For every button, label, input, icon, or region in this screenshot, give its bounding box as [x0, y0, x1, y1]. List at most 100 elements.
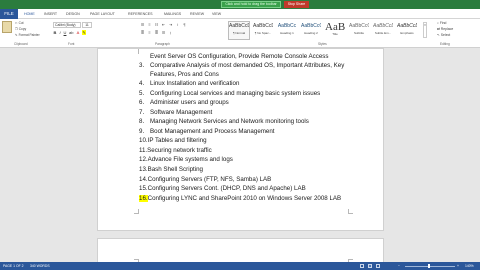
- list-item: 5. Configuring Local services and managin…: [139, 90, 320, 98]
- align-center-icon[interactable]: ≡: [147, 30, 152, 35]
- zoom-slider[interactable]: [405, 265, 455, 267]
- tab-design[interactable]: DESIGN: [66, 9, 80, 19]
- paragraph-group-label: Paragraph: [155, 42, 170, 46]
- style-name: ¶ No Spac...: [254, 31, 272, 35]
- strikethrough-button[interactable]: ab: [69, 30, 73, 35]
- tab-references[interactable]: REFERENCES: [128, 9, 153, 19]
- multilevel-list-icon[interactable]: ☷: [154, 22, 159, 27]
- print-layout-icon[interactable]: [368, 264, 372, 268]
- style-name: Subtle Em...: [374, 31, 392, 35]
- stop-share-button[interactable]: Stop Share: [284, 1, 309, 8]
- sort-icon[interactable]: ↕: [175, 22, 180, 27]
- style-emphasis[interactable]: AaBbCcDc Emphasis: [396, 21, 418, 40]
- list-number: 4.: [139, 80, 145, 87]
- increase-indent-icon[interactable]: ⇥: [168, 22, 173, 27]
- zoom-level[interactable]: 140%: [465, 262, 474, 270]
- style-normal[interactable]: AaBbCcDc ¶ Normal: [228, 21, 250, 40]
- align-right-icon[interactable]: ≣: [154, 30, 159, 35]
- list-number: 10.: [139, 137, 148, 144]
- replace-label: Replace: [440, 27, 454, 31]
- font-size-dropdown[interactable]: 11: [82, 22, 92, 28]
- word-count[interactable]: 340 WORDS: [30, 262, 50, 270]
- margin-corner: [134, 49, 139, 54]
- status-bar: PAGE 1 OF 2 340 WORDS − + 140%: [0, 262, 480, 270]
- tab-page-layout[interactable]: PAGE LAYOUT: [90, 9, 115, 19]
- list-number: 14.: [139, 176, 148, 183]
- tab-mailings[interactable]: MAILINGS: [164, 9, 181, 19]
- list-item: 6. Administer users and groups: [139, 99, 229, 107]
- cut-label: Cut: [18, 21, 24, 25]
- zoom-slider-thumb[interactable]: [428, 264, 430, 268]
- copy-button[interactable]: ❐ Copy: [15, 27, 26, 32]
- tab-view[interactable]: VIEW: [212, 9, 221, 19]
- find-button[interactable]: ⌕ Find: [437, 21, 446, 26]
- title-bar: Click and hold to drag the toolbar Stop …: [0, 0, 480, 9]
- style-title[interactable]: AaB Title: [324, 21, 346, 40]
- cut-button[interactable]: ✂ Cut: [15, 21, 24, 26]
- align-left-icon[interactable]: ≣: [140, 30, 145, 35]
- style-sample: AaBbCcDc: [229, 23, 249, 29]
- tab-file[interactable]: FILE: [0, 9, 18, 19]
- find-label: Find: [439, 21, 447, 25]
- zoom-out-icon[interactable]: −: [398, 262, 400, 270]
- page-count[interactable]: PAGE 1 OF 2: [3, 262, 23, 270]
- tab-insert[interactable]: INSERT: [44, 9, 57, 19]
- tab-review[interactable]: REVIEW: [190, 9, 204, 19]
- margin-corner: [348, 209, 353, 214]
- list-number: 15.: [139, 185, 148, 192]
- style-sample: AaBbCcC: [301, 23, 321, 29]
- ribbon: ✂ Cut ❐ Copy ✎ Format Painter Clipboard …: [0, 19, 480, 48]
- styles-group-label: Styles: [318, 42, 327, 46]
- list-text: Configuring Servers Cont. (DHCP, DNS and…: [147, 185, 306, 192]
- style-no-spacing[interactable]: AaBbCcDc ¶ No Spac...: [252, 21, 274, 40]
- style-sample: AaBbCcDc: [253, 23, 273, 29]
- select-button[interactable]: ↖ Select: [437, 33, 450, 38]
- numbering-icon[interactable]: ≡: [147, 22, 152, 27]
- ribbon-tabs: FILE HOME INSERT DESIGN PAGE LAYOUT REFE…: [0, 9, 480, 19]
- list-text: Linux Installation and verification: [150, 80, 240, 87]
- zoom-in-icon[interactable]: +: [457, 262, 459, 270]
- web-layout-icon[interactable]: [376, 264, 380, 268]
- underline-button[interactable]: U: [63, 30, 67, 35]
- italic-button[interactable]: I: [58, 30, 62, 35]
- tab-home[interactable]: HOME: [24, 9, 35, 19]
- format-painter-button[interactable]: ✎ Format Painter: [15, 33, 40, 38]
- document-area[interactable]: Event Server OS Configuration, Provide R…: [0, 48, 480, 268]
- replace-button[interactable]: ⇄ Replace: [437, 27, 453, 32]
- select-label: Select: [440, 33, 451, 37]
- show-marks-icon[interactable]: ¶: [182, 22, 187, 27]
- font-group-label: Font: [68, 42, 75, 46]
- style-subtle-emphasis[interactable]: AaBbCcDc Subtle Em...: [372, 21, 394, 40]
- list-text: Configuring LYNC and SharePoint 2010 on …: [147, 195, 342, 202]
- list-number: 13.: [139, 166, 148, 173]
- line-spacing-icon[interactable]: ↨: [168, 30, 173, 35]
- style-heading-2[interactable]: AaBbCcC Heading 2: [300, 21, 322, 40]
- font-name-dropdown[interactable]: Calibri (Body): [53, 22, 81, 28]
- list-item: 10.IP Tables and filtering: [139, 137, 207, 145]
- bold-button[interactable]: B: [53, 30, 57, 35]
- list-item: 16.Configuring LYNC and SharePoint 2010 …: [139, 195, 341, 203]
- style-name: Heading 1: [280, 31, 294, 35]
- drag-toolbar-notice[interactable]: Click and hold to drag the toolbar: [221, 1, 281, 8]
- document-page[interactable]: Event Server OS Configuration, Provide R…: [97, 48, 384, 231]
- copy-label: Copy: [18, 27, 27, 31]
- list-text: IP Tables and filtering: [147, 137, 207, 144]
- style-name: Title: [332, 32, 338, 36]
- list-item: 11.Securing network traffic: [139, 147, 212, 155]
- justify-icon[interactable]: ☰: [161, 30, 166, 35]
- style-name: Emphasis: [400, 31, 414, 35]
- read-mode-icon[interactable]: [360, 264, 364, 268]
- list-item: Event Server OS Configuration, Provide R…: [150, 53, 329, 61]
- style-heading-1[interactable]: AaBbCc Heading 1: [276, 21, 298, 40]
- list-number: 7.: [139, 109, 145, 116]
- style-name: ¶ Normal: [232, 31, 246, 35]
- decrease-indent-icon[interactable]: ⇤: [161, 22, 166, 27]
- list-number: 6.: [139, 99, 145, 106]
- style-subtitle[interactable]: AaBbCcC Subtitle: [348, 21, 370, 40]
- paste-icon[interactable]: [2, 21, 12, 33]
- styles-more-button[interactable]: ▾: [423, 22, 427, 38]
- list-item: 7. Software Management: [139, 109, 212, 117]
- bullets-icon[interactable]: ☰: [140, 22, 145, 27]
- highlight-icon[interactable]: ✎: [82, 30, 86, 35]
- font-color-icon[interactable]: A: [76, 30, 80, 35]
